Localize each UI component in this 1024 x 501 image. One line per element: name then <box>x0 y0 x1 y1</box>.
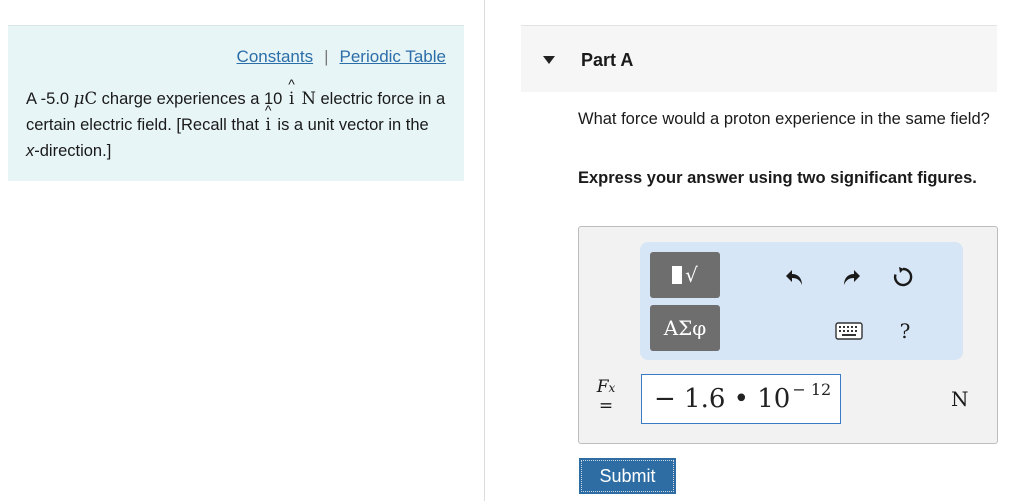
unit-newton: N <box>296 89 316 108</box>
answer-input[interactable]: − 1.6 • 10− 12 <box>641 374 841 424</box>
periodic-table-link[interactable]: Periodic Table <box>340 47 446 66</box>
help-button[interactable]: ? <box>890 316 920 346</box>
problem-info-panel: Constants | Periodic Table A -5.0 μC charg… <box>8 25 464 181</box>
variable-subscript: x <box>608 381 616 395</box>
keyboard-icon[interactable] <box>834 316 864 346</box>
x-direction: x <box>26 142 35 160</box>
math-toolbar: √ ΑΣφ ? <box>640 242 963 360</box>
part-a-header[interactable]: Part A <box>521 25 997 92</box>
symbols-button[interactable]: ΑΣφ <box>650 305 720 351</box>
problem-text: charge experiences a 10 <box>97 90 287 108</box>
resource-links: Constants | Periodic Table <box>237 47 446 67</box>
undo-icon[interactable] <box>780 262 810 292</box>
problem-statement: A -5.0 μC charge experiences a 10 i N el… <box>26 86 446 164</box>
unit-vector-i: i <box>264 112 273 138</box>
part-title: Part A <box>581 50 634 70</box>
link-separator: | <box>324 47 329 66</box>
submit-button[interactable]: Submit <box>579 458 676 494</box>
problem-text: A -5.0 <box>26 90 74 108</box>
question-text: What force would a proton experience in … <box>578 110 990 128</box>
redo-icon[interactable] <box>836 262 866 292</box>
answer-unit: N <box>951 387 969 411</box>
equals-sign: = <box>598 396 614 416</box>
answer-mantissa: − 1.6 • 10 <box>654 384 791 414</box>
problem-text: is a unit vector in the <box>272 116 429 134</box>
answer-box: √ ΑΣφ ? Fx = − 1.6 • 10− 12 N <box>578 226 998 444</box>
template-square-icon <box>672 266 683 284</box>
collapse-triangle-icon[interactable] <box>543 56 555 64</box>
mu-symbol: μ <box>73 89 85 108</box>
radical-icon: √ <box>685 263 698 287</box>
variable-name: F <box>596 377 609 397</box>
templates-button[interactable]: √ <box>650 252 720 298</box>
variable-label: Fx = <box>595 378 617 415</box>
unit-coulomb: C <box>84 89 98 108</box>
constants-link[interactable]: Constants <box>237 47 314 66</box>
problem-text: -direction.] <box>34 142 112 160</box>
unit-vector-i: i <box>287 86 296 112</box>
column-divider <box>484 0 485 501</box>
answer-exponent: − 12 <box>792 379 832 399</box>
answer-instruction: Express your answer using two significan… <box>578 169 977 187</box>
reset-icon[interactable] <box>888 262 918 292</box>
